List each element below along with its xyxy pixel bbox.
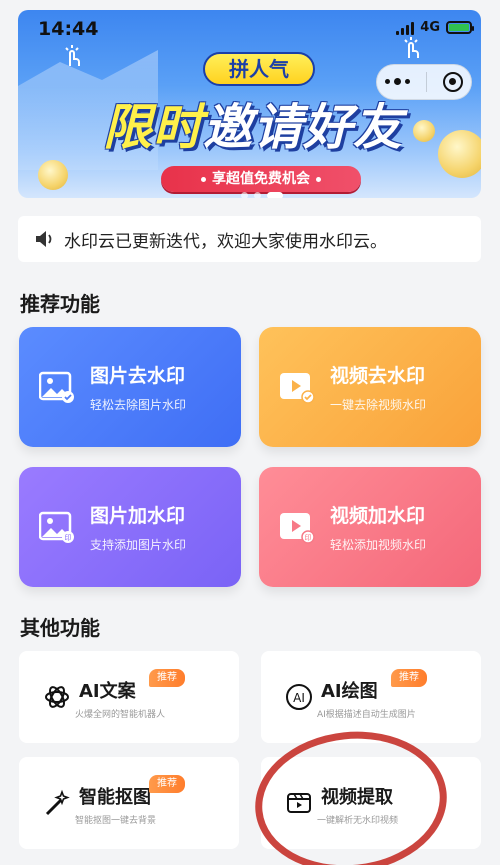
coin-decoration bbox=[438, 130, 481, 178]
card-title: 智能抠图 bbox=[79, 787, 151, 808]
video-clip-icon bbox=[287, 793, 311, 813]
card-title: 视频提取 bbox=[321, 787, 393, 808]
card-text: 视频去水印 一键去除视频水印 bbox=[330, 361, 426, 413]
banner-badge: 拼人气 bbox=[203, 52, 315, 86]
card-text: 图片加水印 支持添加图片水印 bbox=[90, 501, 186, 553]
close-target-icon[interactable] bbox=[443, 72, 463, 92]
svg-text:印: 印 bbox=[65, 534, 72, 542]
video-add-watermark-card[interactable]: 印 视频加水印 轻松添加视频水印 bbox=[259, 467, 481, 587]
battery-icon bbox=[446, 21, 474, 34]
tap-hand-icon bbox=[404, 37, 419, 58]
card-subtitle: 轻松去除图片水印 bbox=[90, 398, 187, 412]
svg-text:印: 印 bbox=[305, 534, 312, 542]
image-remove-watermark-card[interactable]: 图片去水印 轻松去除图片水印 bbox=[19, 327, 241, 447]
card-title: 图片加水印 bbox=[90, 505, 186, 527]
card-subtitle: 一键解析无水印视频 bbox=[317, 816, 399, 826]
signal-icon bbox=[396, 21, 415, 35]
banner-title-highlight: 限时 bbox=[103, 99, 204, 156]
notice-text: 水印云已更新迭代，欢迎大家使用水印云。 bbox=[64, 231, 387, 252]
carousel-dot bbox=[241, 192, 248, 198]
tap-hand-icon bbox=[65, 45, 80, 66]
video-extract-card[interactable]: 视频提取 一键解析无水印视频 bbox=[261, 757, 481, 849]
ai-copywriting-card[interactable]: AI文案 火爆全网的智能机器人 推荐 bbox=[19, 651, 239, 743]
capsule-divider bbox=[426, 72, 427, 92]
card-subtitle: 一键去除视频水印 bbox=[330, 398, 427, 412]
card-subtitle: AI根据描述自动生成图片 bbox=[317, 710, 416, 720]
miniprogram-capsule[interactable] bbox=[376, 64, 472, 100]
banner-pill-text: 享超值免费机会 bbox=[212, 171, 310, 187]
card-title: 视频加水印 bbox=[330, 505, 426, 527]
status-time: 14:44 bbox=[38, 18, 99, 40]
carousel-indicator bbox=[241, 192, 283, 198]
card-title: AI文案 bbox=[79, 681, 136, 702]
carousel-dot-active bbox=[267, 192, 283, 198]
ai-circle-icon: AI bbox=[286, 684, 312, 710]
other-section-title: 其他功能 bbox=[20, 616, 100, 640]
network-label: 4G bbox=[420, 20, 440, 35]
openai-icon bbox=[45, 686, 69, 708]
recommend-tag: 推荐 bbox=[149, 669, 185, 687]
coin-decoration bbox=[38, 160, 68, 190]
video-remove-icon bbox=[280, 373, 315, 404]
card-subtitle: 智能抠图一键去背景 bbox=[75, 816, 157, 826]
card-title: AI绘图 bbox=[321, 681, 378, 702]
video-add-icon: 印 bbox=[280, 513, 315, 544]
more-icon[interactable] bbox=[385, 78, 410, 85]
image-add-icon: 印 bbox=[39, 511, 74, 543]
recommended-section-title: 推荐功能 bbox=[20, 292, 100, 316]
smart-cutout-card[interactable]: 智能抠图 智能抠图一键去背景 推荐 bbox=[19, 757, 239, 849]
card-subtitle: 支持添加图片水印 bbox=[90, 538, 187, 552]
image-add-watermark-card[interactable]: 印 图片加水印 支持添加图片水印 bbox=[19, 467, 241, 587]
card-subtitle: 火爆全网的智能机器人 bbox=[75, 710, 166, 720]
card-title: 视频去水印 bbox=[330, 365, 426, 387]
card-text: 图片去水印 轻松去除图片水印 bbox=[90, 361, 186, 413]
video-remove-watermark-card[interactable]: 视频去水印 一键去除视频水印 bbox=[259, 327, 481, 447]
carousel-dot bbox=[254, 192, 261, 198]
magic-wand-icon bbox=[45, 789, 70, 816]
card-subtitle: 轻松添加视频水印 bbox=[330, 538, 427, 552]
card-title: 图片去水印 bbox=[90, 365, 186, 387]
notice-bar[interactable]: 水印云已更新迭代，欢迎大家使用水印云。 bbox=[18, 216, 481, 262]
banner-pill: 享超值免费机会 bbox=[161, 166, 361, 192]
status-indicators: 4G bbox=[396, 20, 474, 35]
speaker-icon bbox=[36, 231, 52, 247]
ai-drawing-card[interactable]: AI AI绘图 AI根据描述自动生成图片 推荐 bbox=[261, 651, 481, 743]
card-text: 视频加水印 轻松添加视频水印 bbox=[330, 501, 426, 553]
pill-dot bbox=[316, 176, 321, 182]
svg-text:AI: AI bbox=[293, 691, 305, 705]
pill-dot bbox=[201, 176, 206, 182]
recommend-tag: 推荐 bbox=[149, 775, 185, 793]
recommend-tag: 推荐 bbox=[391, 669, 427, 687]
banner-title-rest: 邀请好友 bbox=[203, 99, 404, 156]
image-remove-icon bbox=[39, 371, 74, 403]
